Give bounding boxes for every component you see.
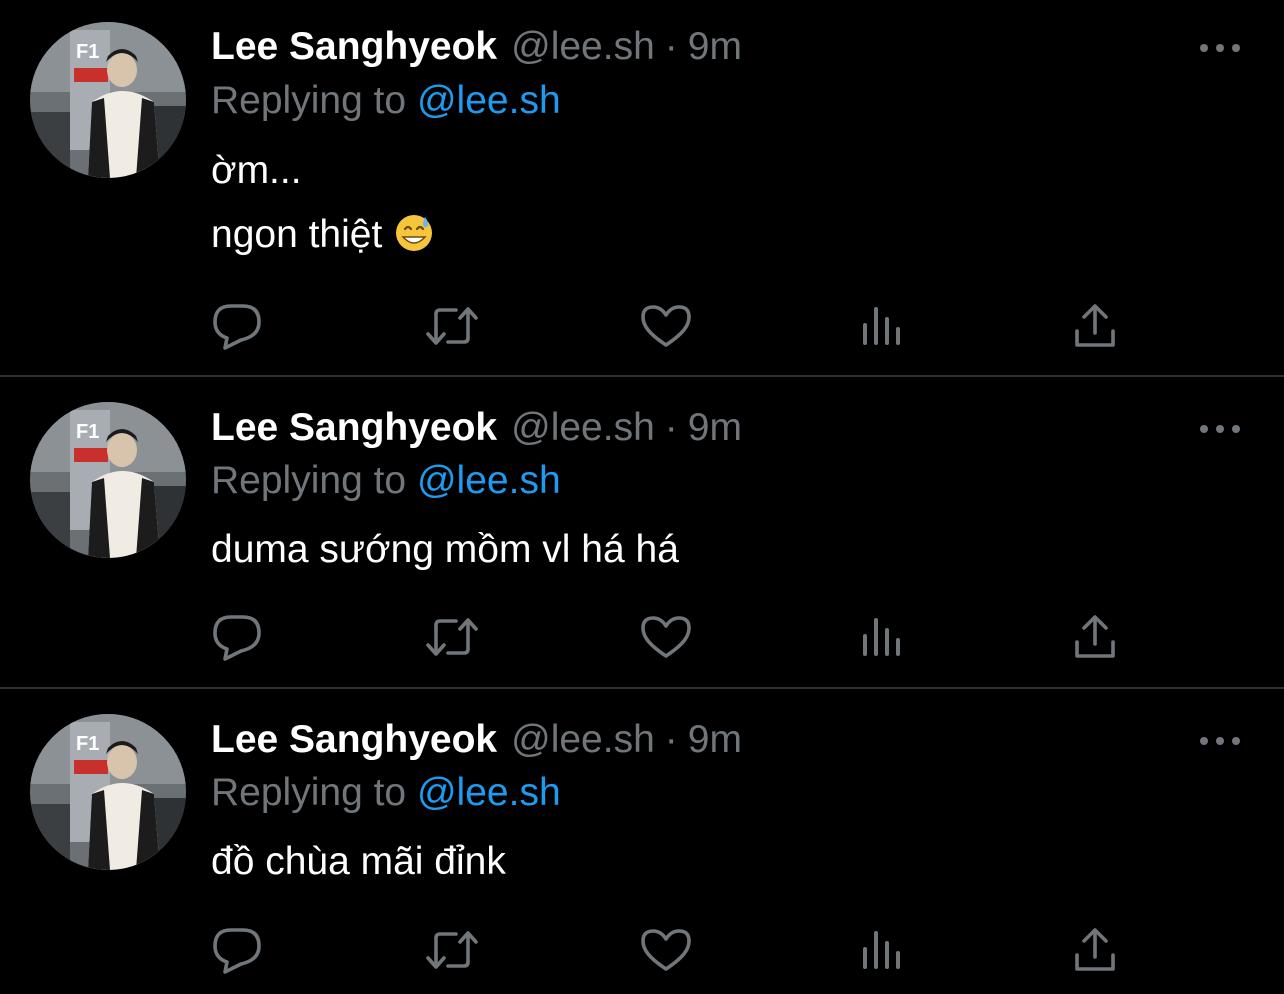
retweet-button[interactable]: [422, 920, 482, 980]
avatar[interactable]: F1: [30, 714, 186, 870]
more-options-icon[interactable]: [1200, 38, 1240, 58]
like-icon: [641, 929, 691, 971]
replying-prefix: Replying to: [211, 771, 407, 814]
avatar[interactable]: F1: [30, 402, 186, 558]
separator: ·: [664, 406, 678, 449]
tweet-text-line: ờm...: [211, 149, 302, 192]
replying-to: Replying to @lee.sh: [211, 458, 561, 504]
reply-icon: [213, 304, 261, 350]
more-options-icon[interactable]: [1200, 419, 1240, 439]
avatar[interactable]: F1: [30, 22, 186, 178]
tweet-header: Lee Sanghyeok @lee.sh · 9m: [211, 405, 742, 451]
tweet-text: ngon thiệt: [211, 213, 383, 256]
timestamp[interactable]: 9m: [688, 717, 742, 763]
grinning-face-with-sweat-icon: [394, 213, 434, 253]
svg-text:F1: F1: [76, 41, 99, 63]
tweet-text-line: duma sướng mồm vl há há: [211, 528, 679, 571]
action-bar: [0, 920, 1284, 980]
replying-prefix: Replying to: [211, 79, 407, 122]
separator: ·: [664, 718, 678, 761]
timestamp[interactable]: 9m: [688, 24, 742, 70]
reply-icon: [213, 928, 261, 974]
author-handle[interactable]: @lee.sh: [511, 717, 655, 763]
like-button[interactable]: [636, 296, 696, 356]
share-icon: [1075, 615, 1115, 658]
reply-button[interactable]: [207, 296, 267, 356]
replying-prefix: Replying to: [211, 459, 407, 502]
author-handle[interactable]: @lee.sh: [511, 24, 655, 70]
share-button[interactable]: [1065, 607, 1125, 667]
svg-text:F1: F1: [76, 421, 99, 443]
views-icon: [863, 931, 900, 969]
like-button[interactable]: [636, 920, 696, 980]
svg-text:F1: F1: [76, 733, 99, 755]
timestamp[interactable]: 9m: [688, 405, 742, 451]
share-icon: [1075, 928, 1115, 971]
retweet-icon: [426, 618, 478, 656]
like-icon: [641, 305, 691, 347]
like-icon: [641, 616, 691, 658]
reply-thread: F1 Lee Sanghyeok @lee.sh · 9m Replying t…: [0, 0, 1284, 994]
reply-button[interactable]: [207, 920, 267, 980]
views-button[interactable]: [851, 920, 911, 980]
share-button[interactable]: [1065, 920, 1125, 980]
tweet-text-line: ngon thiệt: [211, 212, 434, 258]
mention-link[interactable]: @lee.sh: [417, 459, 561, 502]
retweet-button[interactable]: [422, 607, 482, 667]
views-button[interactable]: [851, 296, 911, 356]
author-name[interactable]: Lee Sanghyeok: [211, 24, 497, 70]
tweet-text-line: đồ chùa mãi đỉnk: [211, 840, 506, 883]
retweet-icon: [426, 307, 478, 345]
replying-to: Replying to @lee.sh: [211, 770, 561, 816]
action-bar: [0, 607, 1284, 667]
views-button[interactable]: [851, 607, 911, 667]
mention-link[interactable]: @lee.sh: [417, 771, 561, 814]
views-icon: [863, 618, 900, 656]
reply-icon: [213, 615, 261, 661]
share-icon: [1075, 304, 1115, 347]
tweet[interactable]: F1 Lee Sanghyeok @lee.sh · 9m Replying t…: [0, 377, 1284, 688]
retweet-button[interactable]: [422, 296, 482, 356]
share-button[interactable]: [1065, 296, 1125, 356]
author-name[interactable]: Lee Sanghyeok: [211, 405, 497, 451]
retweet-icon: [426, 931, 478, 969]
tweet-header: Lee Sanghyeok @lee.sh · 9m: [211, 717, 742, 763]
author-handle[interactable]: @lee.sh: [511, 405, 655, 451]
mention-link[interactable]: @lee.sh: [417, 79, 561, 122]
action-bar: [0, 296, 1284, 356]
like-button[interactable]: [636, 607, 696, 667]
tweet[interactable]: F1 Lee Sanghyeok @lee.sh · 9m Replying t…: [0, 0, 1284, 376]
reply-button[interactable]: [207, 607, 267, 667]
more-options-icon[interactable]: [1200, 731, 1240, 751]
separator: ·: [664, 25, 678, 68]
views-icon: [863, 307, 900, 345]
author-name[interactable]: Lee Sanghyeok: [211, 717, 497, 763]
replying-to: Replying to @lee.sh: [211, 78, 561, 124]
tweet[interactable]: F1 Lee Sanghyeok @lee.sh · 9m Replying t…: [0, 689, 1284, 994]
tweet-header: Lee Sanghyeok @lee.sh · 9m: [211, 24, 742, 70]
